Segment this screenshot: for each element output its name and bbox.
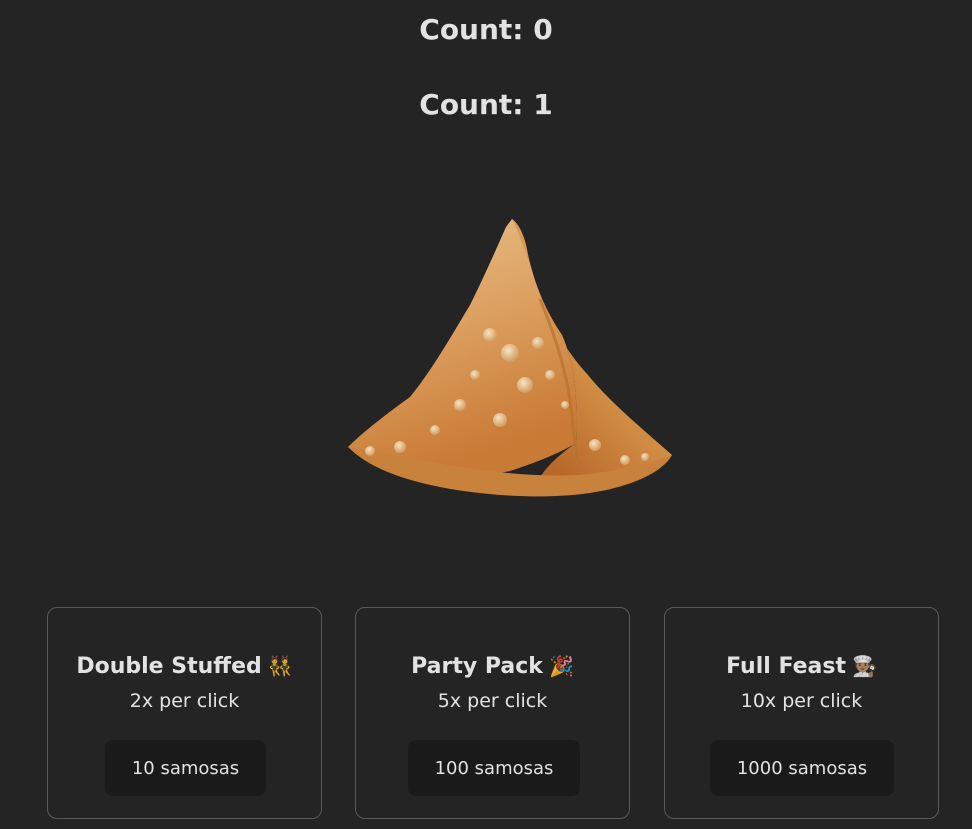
dancers-icon: 👯 <box>267 654 293 678</box>
chef-icon: 👨🏽‍🍳 <box>851 654 877 678</box>
count-display: Count: 0 <box>419 13 553 46</box>
party-popper-icon: 🎉 <box>548 654 574 678</box>
upgrade-title: Full Feast 👨🏽‍🍳 <box>726 654 877 679</box>
samosa-button[interactable] <box>340 215 680 500</box>
upgrade-title: Double Stuffed 👯 <box>76 654 293 679</box>
upgrade-card-party-pack: Party Pack 🎉 5x per click 100 samosas <box>355 607 630 819</box>
upgrade-description: 10x per click <box>740 690 863 712</box>
upgrade-description: 5x per click <box>437 690 548 712</box>
upgrade-card-double-stuffed: Double Stuffed 👯 2x per click 10 samosas <box>47 607 322 819</box>
buy-double-stuffed-button[interactable]: 10 samosas <box>105 740 266 796</box>
upgrade-card-full-feast: Full Feast 👨🏽‍🍳 10x per click 1000 samosa… <box>664 607 939 819</box>
count-display-secondary: Count: 1 <box>419 88 553 121</box>
samosa-image <box>348 219 672 497</box>
upgrade-title: Party Pack 🎉 <box>411 654 574 679</box>
buy-full-feast-button[interactable]: 1000 samosas <box>710 740 894 796</box>
buy-party-pack-button[interactable]: 100 samosas <box>408 740 580 796</box>
upgrade-description: 2x per click <box>129 690 240 712</box>
